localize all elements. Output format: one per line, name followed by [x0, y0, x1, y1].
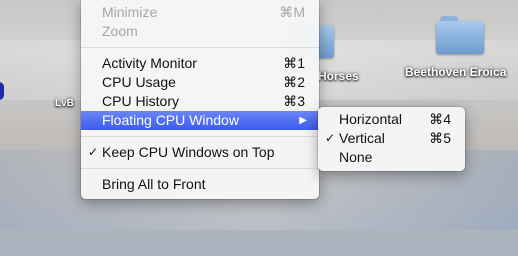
menu-item-label: Horizontal — [339, 111, 403, 127]
shortcut-label: ⌘5 — [429, 130, 451, 146]
desktop-label-lvb[interactable]: LvB — [55, 98, 74, 109]
menu-item-keep-on-top[interactable]: ✓ Keep CPU Windows on Top — [81, 143, 319, 162]
menu-item-label: Vertical — [339, 130, 385, 146]
checkmark-icon: ✓ — [88, 145, 99, 159]
folder-icon[interactable] — [436, 16, 484, 54]
submenu-arrow-icon: ▶ — [299, 115, 307, 126]
window-menu: Minimize ⌘M Zoom Activity Monitor ⌘1 CPU… — [81, 0, 319, 199]
floating-cpu-submenu: Horizontal ⌘4 ✓ Vertical ⌘5 None — [318, 107, 465, 171]
menu-item-cpu-usage[interactable]: CPU Usage ⌘2 — [81, 73, 319, 92]
shortcut-label: ⌘2 — [283, 74, 305, 90]
shortcut-label: ⌘1 — [283, 55, 305, 71]
desktop-label-horses[interactable]: Horses — [318, 69, 359, 83]
desktop-label-beethoven[interactable]: Beethoven Eroica — [405, 65, 506, 79]
shortcut-label: ⌘3 — [283, 93, 305, 109]
menu-item-zoom[interactable]: Zoom — [81, 22, 319, 41]
submenu-item-none[interactable]: None — [318, 148, 465, 167]
menu-item-label: Activity Monitor — [102, 55, 197, 71]
menu-item-activity-monitor[interactable]: Activity Monitor ⌘1 — [81, 54, 319, 73]
menu-item-label: CPU History — [102, 93, 180, 109]
checkmark-icon: ✓ — [325, 131, 336, 145]
menu-item-label: Zoom — [102, 23, 138, 39]
menu-separator — [81, 47, 319, 48]
menu-separator — [81, 168, 319, 169]
menu-item-label: Bring All to Front — [102, 176, 206, 192]
menu-item-minimize[interactable]: Minimize ⌘M — [81, 3, 319, 22]
shortcut-label: ⌘M — [279, 4, 305, 20]
menu-item-cpu-history[interactable]: CPU History ⌘3 — [81, 92, 319, 111]
submenu-item-vertical[interactable]: ✓ Vertical ⌘5 — [318, 129, 465, 148]
menu-separator — [81, 136, 319, 137]
menu-item-label: Minimize — [102, 4, 158, 20]
menu-item-label: None — [339, 149, 373, 165]
shortcut-label: ⌘4 — [429, 111, 451, 127]
menu-item-label: CPU Usage — [102, 74, 176, 90]
menu-item-bring-all-to-front[interactable]: Bring All to Front — [81, 175, 319, 194]
desktop-icon-partial[interactable] — [0, 82, 4, 100]
menu-item-label: Keep CPU Windows on Top — [102, 144, 275, 160]
menu-item-label: Floating CPU Window — [102, 112, 239, 128]
submenu-item-horizontal[interactable]: Horizontal ⌘4 — [318, 110, 465, 129]
menu-item-floating-cpu-window[interactable]: Floating CPU Window ▶ — [81, 111, 319, 130]
